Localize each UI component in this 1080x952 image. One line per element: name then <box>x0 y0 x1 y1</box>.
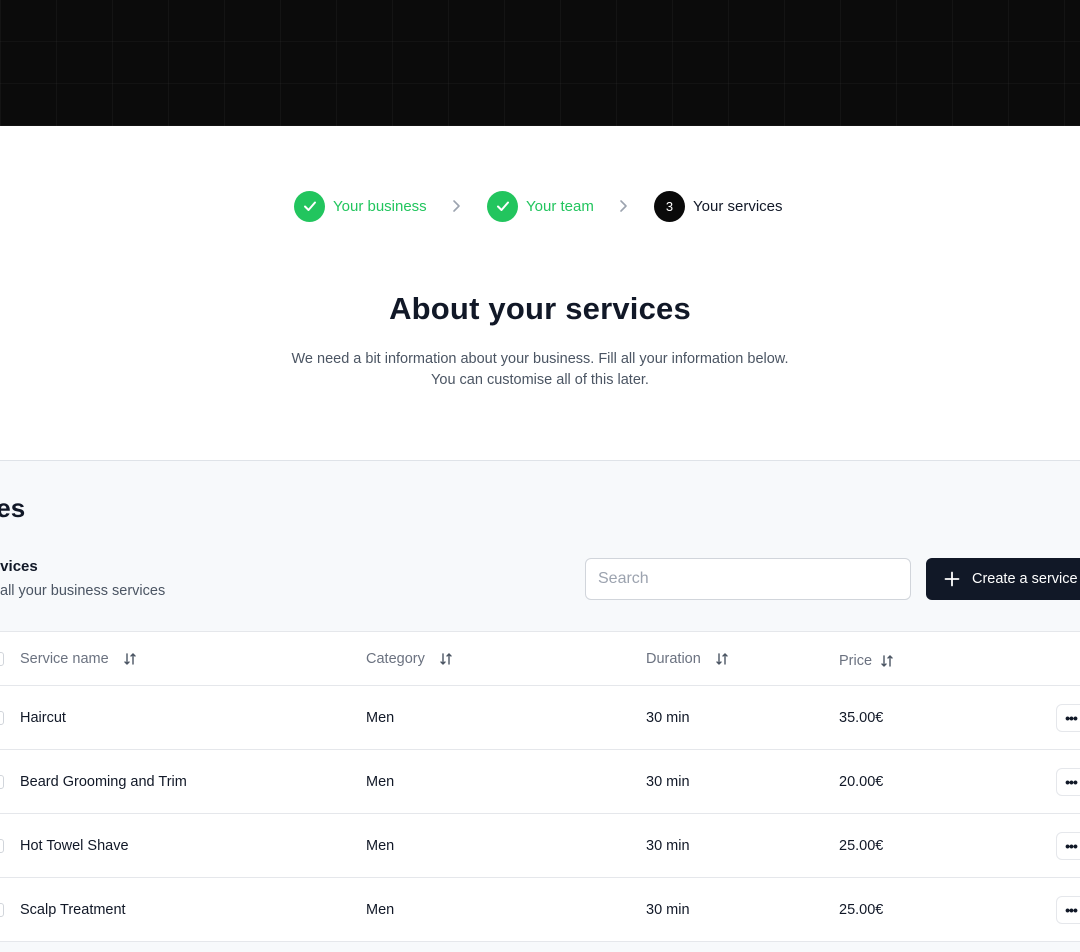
table-row[interactable]: Beard Grooming and Trim Men 30 min 20.00… <box>0 750 1080 814</box>
service-duration: 30 min <box>646 710 690 726</box>
service-name: Hot Towel Shave <box>20 838 129 854</box>
sort-icon[interactable] <box>439 652 453 666</box>
step-label: Your business <box>333 197 427 215</box>
step-your-team[interactable]: Your team <box>487 190 594 222</box>
services-table: Service name Category Duration Price Hai… <box>0 631 1080 942</box>
check-icon <box>294 190 325 222</box>
service-category: Men <box>366 838 395 854</box>
column-label: Duration <box>646 651 701 667</box>
more-icon[interactable]: ••• <box>1056 704 1080 732</box>
create-service-label: Create a service <box>972 571 1078 587</box>
table-row[interactable]: Scalp Treatment Men 30 min 25.00€ ••• <box>0 878 1080 942</box>
more-icon[interactable]: ••• <box>1056 768 1080 796</box>
service-price: 35.00€ <box>839 710 884 726</box>
page-title: About your services <box>389 291 691 326</box>
row-checkbox[interactable] <box>0 775 4 789</box>
step-your-business[interactable]: Your business <box>294 190 427 222</box>
section-description: all your business services <box>0 583 166 599</box>
service-duration: 30 min <box>646 838 690 854</box>
service-price: 25.00€ <box>839 838 884 854</box>
service-name: Beard Grooming and Trim <box>20 774 187 790</box>
service-category: Men <box>366 774 395 790</box>
service-name: Scalp Treatment <box>20 902 126 918</box>
more-icon[interactable]: ••• <box>1056 896 1080 924</box>
column-header-price[interactable]: Price <box>839 653 894 669</box>
services-panel: rvices ervices all your business service… <box>0 460 1080 952</box>
column-header-category[interactable]: Category <box>366 651 453 667</box>
chevron-right-icon <box>451 198 463 219</box>
step-label: Your services <box>693 197 783 215</box>
service-category: Men <box>366 710 395 726</box>
service-price: 25.00€ <box>839 902 884 918</box>
column-label: Category <box>366 651 425 667</box>
column-label: Service name <box>20 651 109 667</box>
table-row[interactable]: Hot Towel Shave Men 30 min 25.00€ ••• <box>0 814 1080 878</box>
column-header-service-name[interactable]: Service name <box>20 651 137 667</box>
sort-icon[interactable] <box>123 652 137 666</box>
chevron-right-icon <box>618 198 630 219</box>
sort-icon[interactable] <box>880 654 894 668</box>
step-your-services[interactable]: 3 Your services <box>654 190 783 222</box>
panel-title: rvices <box>0 493 26 523</box>
sort-icon[interactable] <box>715 652 729 666</box>
service-duration: 30 min <box>646 902 690 918</box>
step-number: 3 <box>654 190 685 222</box>
check-icon <box>487 190 518 222</box>
table-header-row: Service name Category Duration Price <box>0 632 1080 686</box>
more-icon[interactable]: ••• <box>1056 832 1080 860</box>
plus-icon <box>944 571 960 587</box>
row-checkbox[interactable] <box>0 903 4 917</box>
column-label: Price <box>839 653 873 669</box>
subtitle-line: You can customise all of this later. <box>431 372 649 388</box>
create-service-button[interactable]: Create a service <box>926 558 1080 600</box>
section-title: ervices <box>0 558 38 575</box>
service-name: Haircut <box>20 710 66 726</box>
service-price: 20.00€ <box>839 774 884 790</box>
hero-banner <box>0 0 1080 126</box>
service-category: Men <box>366 902 395 918</box>
page-subtitle: We need a bit information about your bus… <box>0 349 1080 391</box>
subtitle-line: We need a bit information about your bus… <box>291 351 789 367</box>
select-all-checkbox[interactable] <box>0 652 4 666</box>
step-label: Your team <box>526 197 594 215</box>
service-duration: 30 min <box>646 774 690 790</box>
search-input[interactable] <box>585 558 911 600</box>
row-checkbox[interactable] <box>0 711 4 725</box>
column-header-duration[interactable]: Duration <box>646 651 729 667</box>
row-checkbox[interactable] <box>0 839 4 853</box>
stepper: Your business Your team 3 Your services <box>0 190 1080 222</box>
table-row[interactable]: Haircut Men 30 min 35.00€ ••• <box>0 686 1080 750</box>
